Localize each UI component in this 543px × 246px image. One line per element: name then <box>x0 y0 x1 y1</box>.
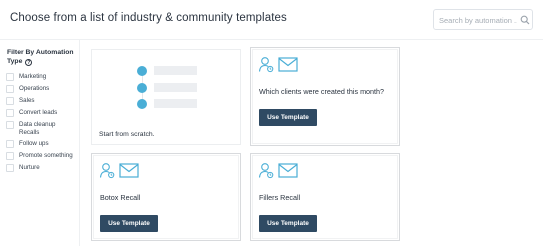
filter-item-follow-ups[interactable]: Follow ups <box>6 140 74 148</box>
filter-heading-label: Filter By Automation Type <box>7 49 74 65</box>
template-title: Which clients were created this month? <box>259 87 385 96</box>
checkbox[interactable] <box>6 85 14 93</box>
person-icon <box>258 163 274 179</box>
filter-item-marketing[interactable]: Marketing <box>6 73 74 81</box>
mail-icon <box>278 163 298 178</box>
filter-label: Nurture <box>19 164 40 171</box>
start-from-scratch-label: Start from scratch. <box>99 131 155 138</box>
checkbox[interactable] <box>6 109 14 117</box>
filter-heading: Filter By Automation Type ? <box>7 48 77 66</box>
filter-item-sales[interactable]: Sales <box>6 97 74 105</box>
card-icons <box>258 162 298 179</box>
checkbox[interactable] <box>6 164 14 172</box>
page-title: Choose from a list of industry & communi… <box>10 12 287 24</box>
checkbox[interactable] <box>6 152 14 160</box>
filter-label: Sales <box>19 97 35 104</box>
person-icon <box>258 57 274 73</box>
card-icons <box>258 56 298 73</box>
step-bar <box>154 83 197 92</box>
filter-item-data-cleanup-recalls[interactable]: Data cleanup Recalls <box>6 121 74 136</box>
step-bar <box>154 66 197 75</box>
search-icon[interactable] <box>520 15 530 25</box>
filter-item-nurture[interactable]: Nurture <box>6 164 74 172</box>
template-card-clients-created[interactable]: Which clients were created this month? U… <box>250 47 400 146</box>
template-title: Botox Recall <box>100 193 141 202</box>
mail-icon <box>119 163 139 178</box>
checkbox[interactable] <box>6 73 14 81</box>
start-from-scratch-card[interactable]: Start from scratch. <box>91 49 241 145</box>
template-title: Fillers Recall <box>259 193 301 202</box>
step-bar <box>154 99 197 108</box>
filter-label: Promote something <box>19 152 73 159</box>
filter-item-operations[interactable]: Operations <box>6 85 74 93</box>
filter-label: Operations <box>19 85 50 92</box>
person-icon <box>99 163 115 179</box>
checkbox[interactable] <box>6 121 14 129</box>
info-icon[interactable]: ? <box>25 59 33 66</box>
search-input[interactable] <box>439 13 517 27</box>
search-box[interactable] <box>433 9 533 30</box>
filter-item-promote-something[interactable]: Promote something <box>6 152 74 160</box>
filter-label: Convert leads <box>19 109 58 116</box>
template-card-fillers-recall[interactable]: Fillers Recall Use Template <box>250 153 400 241</box>
mail-icon <box>278 57 298 72</box>
step-dot <box>137 66 147 76</box>
filter-label: Follow ups <box>19 140 49 147</box>
filter-sidebar: Filter By Automation Type ? Marketing Op… <box>0 40 80 246</box>
use-template-button[interactable]: Use Template <box>259 109 317 126</box>
template-card-botox-recall[interactable]: Botox Recall Use Template <box>91 153 241 241</box>
checkbox[interactable] <box>6 97 14 105</box>
checkbox[interactable] <box>6 140 14 148</box>
filter-item-convert-leads[interactable]: Convert leads <box>6 109 74 117</box>
page-header: Choose from a list of industry & communi… <box>0 0 543 40</box>
step-dot <box>137 99 147 109</box>
use-template-button[interactable]: Use Template <box>259 215 317 232</box>
filter-label: Marketing <box>19 73 47 80</box>
step-dot <box>137 83 147 93</box>
card-icons <box>99 162 139 179</box>
use-template-button[interactable]: Use Template <box>100 215 158 232</box>
filter-label: Data cleanup Recalls <box>19 121 56 136</box>
